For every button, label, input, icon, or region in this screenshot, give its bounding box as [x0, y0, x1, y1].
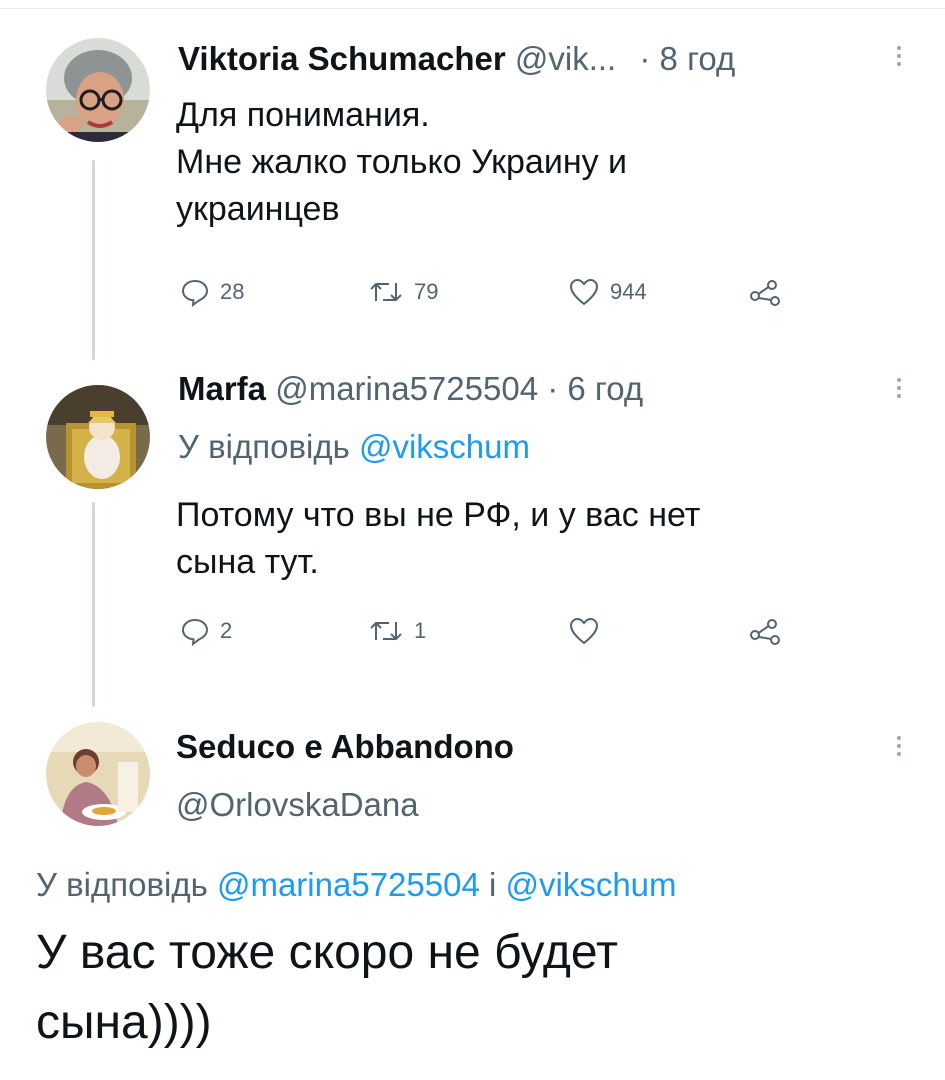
- share-button[interactable]: [748, 616, 782, 646]
- retweet-button[interactable]: 1: [368, 616, 426, 646]
- tweet-text: Для понимания. Мне жалко только Украину …: [176, 92, 627, 233]
- reply-button[interactable]: 2: [180, 616, 232, 646]
- retweet-button[interactable]: 79: [368, 277, 438, 307]
- thread-connector-line: [92, 160, 95, 360]
- like-button[interactable]: 944: [568, 277, 647, 307]
- more-icon[interactable]: [896, 46, 902, 70]
- tweet-line: Для понимания.: [176, 96, 430, 134]
- reply-button[interactable]: 28: [180, 277, 244, 307]
- reply-prefix: У відповідь: [178, 428, 350, 465]
- retweet-count: 79: [414, 279, 439, 304]
- reply-count: 28: [220, 279, 245, 304]
- tweet-actions: 2 1: [178, 616, 798, 656]
- author-name[interactable]: Marfa: [178, 370, 266, 407]
- reply-prefix: У відповідь: [36, 866, 208, 903]
- more-icon[interactable]: [896, 736, 902, 760]
- avatar[interactable]: [46, 385, 150, 489]
- share-button[interactable]: [748, 277, 782, 307]
- like-icon: [569, 617, 599, 645]
- reply-icon: [181, 618, 209, 646]
- mention-link[interactable]: @vikschum: [359, 428, 530, 465]
- tweet-text: У вас тоже скоро не будет сына)))): [36, 918, 618, 1058]
- mention-link[interactable]: @marina5725504: [217, 866, 480, 903]
- tweet-header: Marfa @marina5725504 · 6 год: [178, 370, 643, 408]
- timestamp[interactable]: · 8 год: [639, 40, 735, 77]
- reply-count: 2: [220, 618, 233, 643]
- author-handle[interactable]: @marina5725504: [275, 370, 538, 407]
- tweet-actions: 28 79 944: [178, 277, 798, 317]
- reply-joiner: i: [488, 866, 497, 903]
- author-name[interactable]: Seduco e Abbandono: [176, 728, 514, 766]
- tweet-line: сына)))): [36, 996, 212, 1049]
- timestamp[interactable]: · 6 год: [547, 370, 643, 407]
- reply-context: У відповідь @marina5725504 i @vikschum: [36, 866, 677, 904]
- reply-icon: [181, 279, 209, 307]
- tweet-text: Потому что вы не РФ, и у вас нет сына ту…: [176, 492, 700, 586]
- top-divider: [0, 8, 945, 9]
- author-name[interactable]: Viktoria Schumacher: [178, 40, 506, 77]
- retweet-count: 1: [414, 618, 427, 643]
- tweet-line: украинцев: [176, 190, 340, 228]
- tweet-line: Потому что вы не РФ, и у вас нет: [176, 496, 701, 534]
- retweet-icon: [370, 282, 402, 302]
- avatar[interactable]: [46, 38, 150, 142]
- share-icon: [750, 619, 780, 645]
- retweet-icon: [370, 621, 402, 641]
- like-count: 944: [610, 279, 647, 304]
- tweet-line: Мне жалко только Украину и: [176, 143, 628, 181]
- author-handle[interactable]: @vik...: [515, 40, 616, 77]
- mention-link[interactable]: @vikschum: [506, 866, 677, 903]
- tweet-header: Viktoria Schumacher @vik... · 8 год: [178, 40, 735, 78]
- thread-connector-line: [92, 502, 95, 707]
- tweet-line: У вас тоже скоро не будет: [36, 926, 618, 979]
- author-handle[interactable]: @OrlovskaDana: [176, 786, 419, 824]
- reply-context: У відповідь @vikschum: [178, 428, 530, 466]
- share-icon: [750, 280, 780, 306]
- author-name-text: Seduco e Abbandono: [176, 728, 514, 765]
- like-button[interactable]: [568, 616, 610, 646]
- more-icon[interactable]: [896, 378, 902, 402]
- avatar[interactable]: [46, 722, 150, 826]
- tweet-line: сына тут.: [176, 543, 319, 581]
- like-icon: [569, 278, 599, 306]
